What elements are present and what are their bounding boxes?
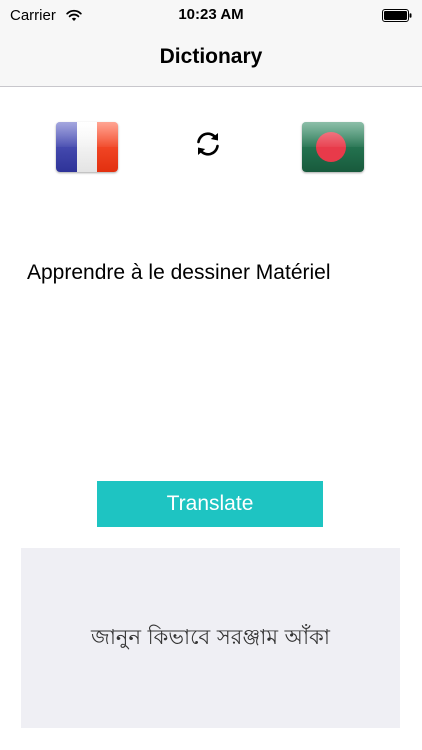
source-text-input[interactable]: Apprendre à le dessiner Matériel: [27, 261, 397, 285]
translation-result-text: জানুন কিভাবে সরঞ্জাম আঁকা: [91, 624, 330, 649]
battery-icon: [382, 9, 412, 22]
status-time: 10:23 AM: [178, 6, 244, 23]
status-bar: Carrier 10:23 AM: [0, 0, 422, 30]
translation-result-panel: জানুন কিভাবে সরঞ্জাম আঁকা: [21, 548, 400, 728]
flag-stripe-blue: [56, 122, 77, 172]
page-title: Dictionary: [159, 45, 263, 68]
navigation-bar: Dictionary: [0, 30, 422, 87]
translate-button[interactable]: Translate: [97, 481, 323, 527]
flag-stripe-white: [76, 122, 98, 172]
flag-stripe-red: [97, 122, 118, 172]
france-flag-icon[interactable]: [56, 122, 118, 172]
dictionary-screen: Carrier 10:23 AM Dictionary Apprendre à …: [0, 0, 422, 750]
bangladesh-flag-graphic: [302, 122, 364, 172]
swap-icon[interactable]: [192, 128, 224, 160]
bangladesh-flag-icon[interactable]: [302, 122, 364, 172]
